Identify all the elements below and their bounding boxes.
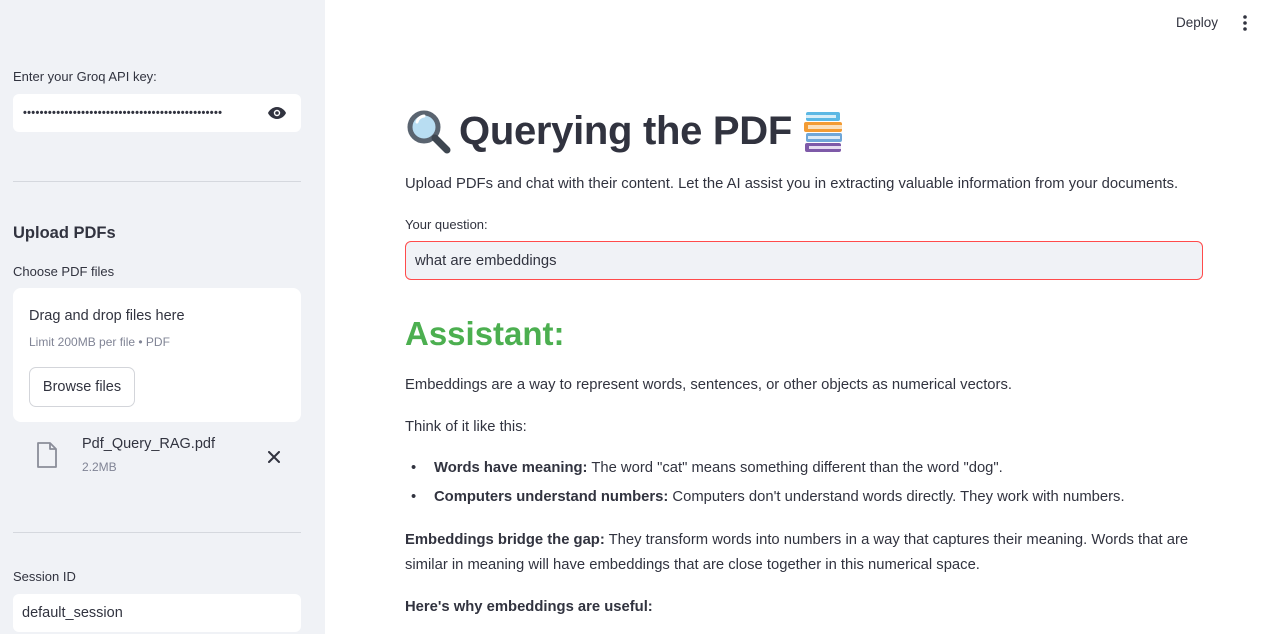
session-id-input[interactable] — [13, 594, 301, 632]
choose-files-label: Choose PDF files — [13, 264, 115, 279]
answer-why: Here's why embeddings are useful: — [405, 595, 1205, 620]
deploy-button[interactable]: Deploy — [1176, 15, 1218, 30]
dropzone-limit: Limit 200MB per file • PDF — [29, 335, 170, 349]
uploaded-file-row: Pdf_Query_RAG.pdf 2.2MB — [13, 432, 301, 482]
document-icon — [36, 442, 58, 468]
browse-files-button[interactable]: Browse files — [29, 367, 135, 407]
bullet-bold: Computers understand numbers: — [434, 489, 669, 505]
answer-think: Think of it like this: — [405, 419, 527, 435]
api-key-value[interactable]: ••••••••••••••••••••••••••••••••••••••••… — [23, 107, 263, 119]
bullet-text: Computers understand numbers: Computers … — [434, 489, 1125, 505]
assistant-heading: Assistant: — [405, 315, 565, 352]
file-name: Pdf_Query_RAG.pdf — [82, 436, 215, 452]
session-id-label: Session ID — [13, 569, 76, 584]
app-root: Enter your Groq API key: •••••••••••••••… — [0, 0, 1279, 634]
dropzone-title: Drag and drop files here — [29, 308, 185, 324]
api-key-label: Enter your Groq API key: — [13, 69, 157, 84]
sidebar: Enter your Groq API key: •••••••••••••••… — [0, 0, 325, 634]
file-dropzone[interactable]: Drag and drop files here Limit 200MB per… — [13, 288, 301, 422]
upload-heading: Upload PDFs — [13, 224, 116, 242]
sidebar-divider — [13, 181, 301, 182]
bullet-body: Computers don't understand words directl… — [668, 489, 1125, 505]
bullet-body: The word "cat" means something different… — [587, 460, 1003, 476]
page-title: Querying the PDF — [459, 108, 793, 153]
vertical-dots-icon[interactable] — [1236, 12, 1254, 34]
why-bold: Here's why embeddings are useful: — [405, 599, 653, 615]
file-size: 2.2MB — [82, 460, 117, 474]
close-icon[interactable] — [263, 446, 285, 468]
bridge-bold: Embeddings bridge the gap: — [405, 532, 605, 548]
sidebar-divider — [13, 532, 301, 533]
bullet-dot: • — [411, 489, 417, 505]
bullet-dot: • — [411, 460, 417, 476]
books-icon — [800, 108, 846, 154]
list-item: • Computers understand numbers: Computer… — [405, 489, 1125, 505]
page-subtitle: Upload PDFs and chat with their content.… — [405, 176, 1179, 192]
list-item: • Words have meaning: The word "cat" mea… — [405, 460, 1003, 476]
api-key-input[interactable]: ••••••••••••••••••••••••••••••••••••••••… — [13, 94, 301, 132]
question-input[interactable] — [405, 241, 1203, 280]
answer-intro: Embeddings are a way to represent words,… — [405, 377, 1012, 393]
bullet-bold: Words have meaning: — [434, 460, 588, 476]
answer-bridge: Embeddings bridge the gap: They transfor… — [405, 528, 1205, 578]
bullet-text: Words have meaning: The word "cat" means… — [434, 460, 1003, 476]
eye-icon[interactable] — [263, 103, 291, 123]
question-label: Your question: — [405, 217, 488, 232]
magnifying-glass-icon — [405, 108, 451, 154]
page-title-row: Querying the PDF — [405, 104, 846, 158]
